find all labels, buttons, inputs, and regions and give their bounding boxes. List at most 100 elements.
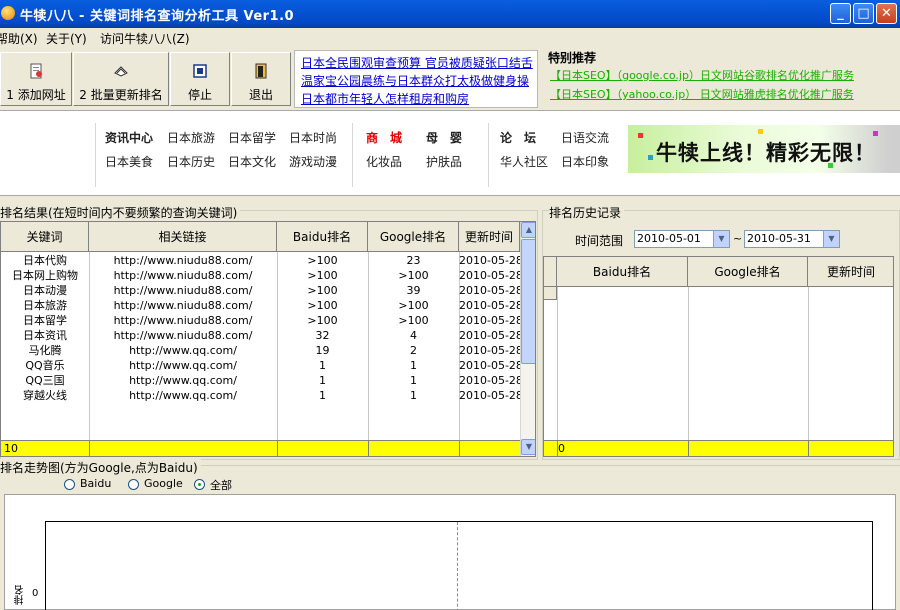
cell-baidu-rank[interactable]: 19 [277,343,368,358]
nav-link-mall[interactable]: 商 城 [366,129,402,146]
cell-baidu-rank[interactable]: >100 [277,298,368,313]
news-link[interactable]: 日本全民围观审查预算 官员被质疑张口结舌 [301,54,533,71]
menu-visit[interactable]: 访问牛犊八八(Z) [100,30,190,47]
chevron-down-icon[interactable]: ▼ [713,231,729,247]
cell-google-rank[interactable]: 1 [368,373,459,388]
nav-link[interactable]: 日本文化 [228,153,276,170]
cell-url[interactable]: http://www.niudu88.com/ [89,253,277,268]
menu-help[interactable]: 帮助(X) [0,30,38,47]
cell-keyword[interactable]: 日本旅游 [1,298,89,313]
promo-banner[interactable]: 牛犊上线！精彩无限！ [628,125,900,173]
radio-all[interactable] [194,479,205,490]
cell-google-rank[interactable]: >100 [368,313,459,328]
scroll-up-button[interactable]: ▲ [521,222,535,238]
cell-google-rank[interactable]: 4 [368,328,459,343]
cell-keyword[interactable]: QQ三国 [1,373,89,388]
cell-url[interactable]: http://www.qq.com/ [89,388,277,403]
nav-link[interactable]: 日本美食 [105,153,153,170]
cell-keyword[interactable]: 马化腾 [1,343,89,358]
date-to-select[interactable]: 2010-05-31 ▼ [744,230,840,248]
col-header-google[interactable]: Google排名 [368,222,459,252]
cell-keyword[interactable]: 日本资讯 [1,328,89,343]
cell-updated[interactable]: 2010-05-28 [459,313,520,328]
stop-button[interactable]: 停止 [170,52,230,106]
cell-google-rank[interactable]: 39 [368,283,459,298]
cell-keyword[interactable]: 日本代购 [1,253,89,268]
nav-link[interactable]: 日本印象 [561,153,609,170]
nav-link[interactable]: 游戏动漫 [289,153,337,170]
col-header-updated[interactable]: 更新时间 [459,222,520,252]
radio-baidu[interactable] [64,479,75,490]
date-from-select[interactable]: 2010-05-01 ▼ [634,230,730,248]
cell-keyword[interactable]: 穿越火线 [1,388,89,403]
cell-url[interactable]: http://www.niudu88.com/ [89,268,277,283]
cell-url[interactable]: http://www.qq.com/ [89,343,277,358]
cell-keyword[interactable]: QQ音乐 [1,358,89,373]
news-link[interactable]: 日本都市年轻人怎样租房和购房 [301,90,469,107]
cell-updated[interactable]: 2010-05-28 [459,253,520,268]
cell-keyword[interactable]: 日本留学 [1,313,89,328]
nav-link[interactable]: 日本历史 [167,153,215,170]
cell-url[interactable]: http://www.niudu88.com/ [89,283,277,298]
nav-link[interactable]: 母 婴 [426,129,462,146]
nav-link-forum[interactable]: 论 坛 [500,129,536,146]
cell-updated[interactable]: 2010-05-28 [459,298,520,313]
cell-updated[interactable]: 2010-05-28 [459,328,520,343]
nav-link[interactable]: 化妆品 [366,153,402,170]
chevron-down-icon[interactable]: ▼ [823,231,839,247]
cell-google-rank[interactable]: >100 [368,268,459,283]
cell-baidu-rank[interactable]: >100 [277,268,368,283]
minimize-button[interactable]: _ [830,3,851,24]
seo-google-link[interactable]: 【日本SEO】（google.co.jp）日文网站谷歌排名优化推广服务 [550,67,854,83]
cell-url[interactable]: http://www.qq.com/ [89,358,277,373]
col-header-updated[interactable]: 更新时间 [808,257,893,287]
cell-google-rank[interactable]: >100 [368,298,459,313]
cell-google-rank[interactable]: 1 [368,388,459,403]
history-table[interactable]: Baidu排名 Google排名 更新时间 0 [543,256,894,457]
nav-link[interactable]: 日本时尚 [289,129,337,146]
nav-link[interactable]: 资讯中心 [105,129,153,146]
menu-about[interactable]: 关于(Y) [46,30,87,47]
cell-baidu-rank[interactable]: >100 [277,253,368,268]
scroll-thumb[interactable] [521,239,535,364]
cell-updated[interactable]: 2010-05-28 [459,358,520,373]
radio-all-label[interactable]: 全部 [210,477,232,493]
radio-google[interactable] [128,479,139,490]
nav-link[interactable]: 护肤品 [426,153,462,170]
cell-keyword[interactable]: 日本网上购物 [1,268,89,283]
cell-updated[interactable]: 2010-05-28 [459,343,520,358]
seo-yahoo-link[interactable]: 【日本SEO】（yahoo.co.jp） 日文网站雅虎排名优化推广服务 [550,86,854,102]
close-button[interactable]: ✕ [876,3,897,24]
cell-updated[interactable]: 2010-05-28 [459,388,520,403]
cell-google-rank[interactable]: 23 [368,253,459,268]
cell-url[interactable]: http://www.niudu88.com/ [89,328,277,343]
cell-google-rank[interactable]: 2 [368,343,459,358]
nav-link[interactable]: 日本旅游 [167,129,215,146]
cell-updated[interactable]: 2010-05-28 [459,373,520,388]
scroll-down-button[interactable]: ▼ [521,439,535,455]
news-link[interactable]: 温家宝公园晨练与日本群众打太极做健身操 [301,72,529,89]
nav-link[interactable]: 华人社区 [500,153,548,170]
col-header-url[interactable]: 相关链接 [89,222,277,252]
nav-link[interactable]: 日本留学 [228,129,276,146]
cell-keyword[interactable]: 日本动漫 [1,283,89,298]
cell-updated[interactable]: 2010-05-28 [459,268,520,283]
radio-google-label[interactable]: Google [144,477,183,490]
exit-button[interactable]: 退出 [231,52,291,106]
nav-link[interactable]: 日语交流 [561,129,609,146]
batch-update-button[interactable]: 2 批量更新排名 [73,52,169,106]
add-url-button[interactable]: 1 添加网址 [0,52,72,106]
results-scrollbar[interactable]: ▲ ▼ [520,222,535,456]
cell-baidu-rank[interactable]: 1 [277,388,368,403]
results-table[interactable]: 关键词 相关链接 Baidu排名 Google排名 更新时间 日本代购 http:… [0,221,536,457]
col-header-baidu[interactable]: Baidu排名 [557,257,688,287]
cell-baidu-rank[interactable]: 1 [277,373,368,388]
col-header-keyword[interactable]: 关键词 [1,222,89,252]
cell-url[interactable]: http://www.niudu88.com/ [89,313,277,328]
cell-url[interactable]: http://www.qq.com/ [89,373,277,388]
cell-baidu-rank[interactable]: >100 [277,313,368,328]
maximize-button[interactable]: □ [853,3,874,24]
cell-url[interactable]: http://www.niudu88.com/ [89,298,277,313]
cell-baidu-rank[interactable]: 32 [277,328,368,343]
radio-baidu-label[interactable]: Baidu [80,477,111,490]
